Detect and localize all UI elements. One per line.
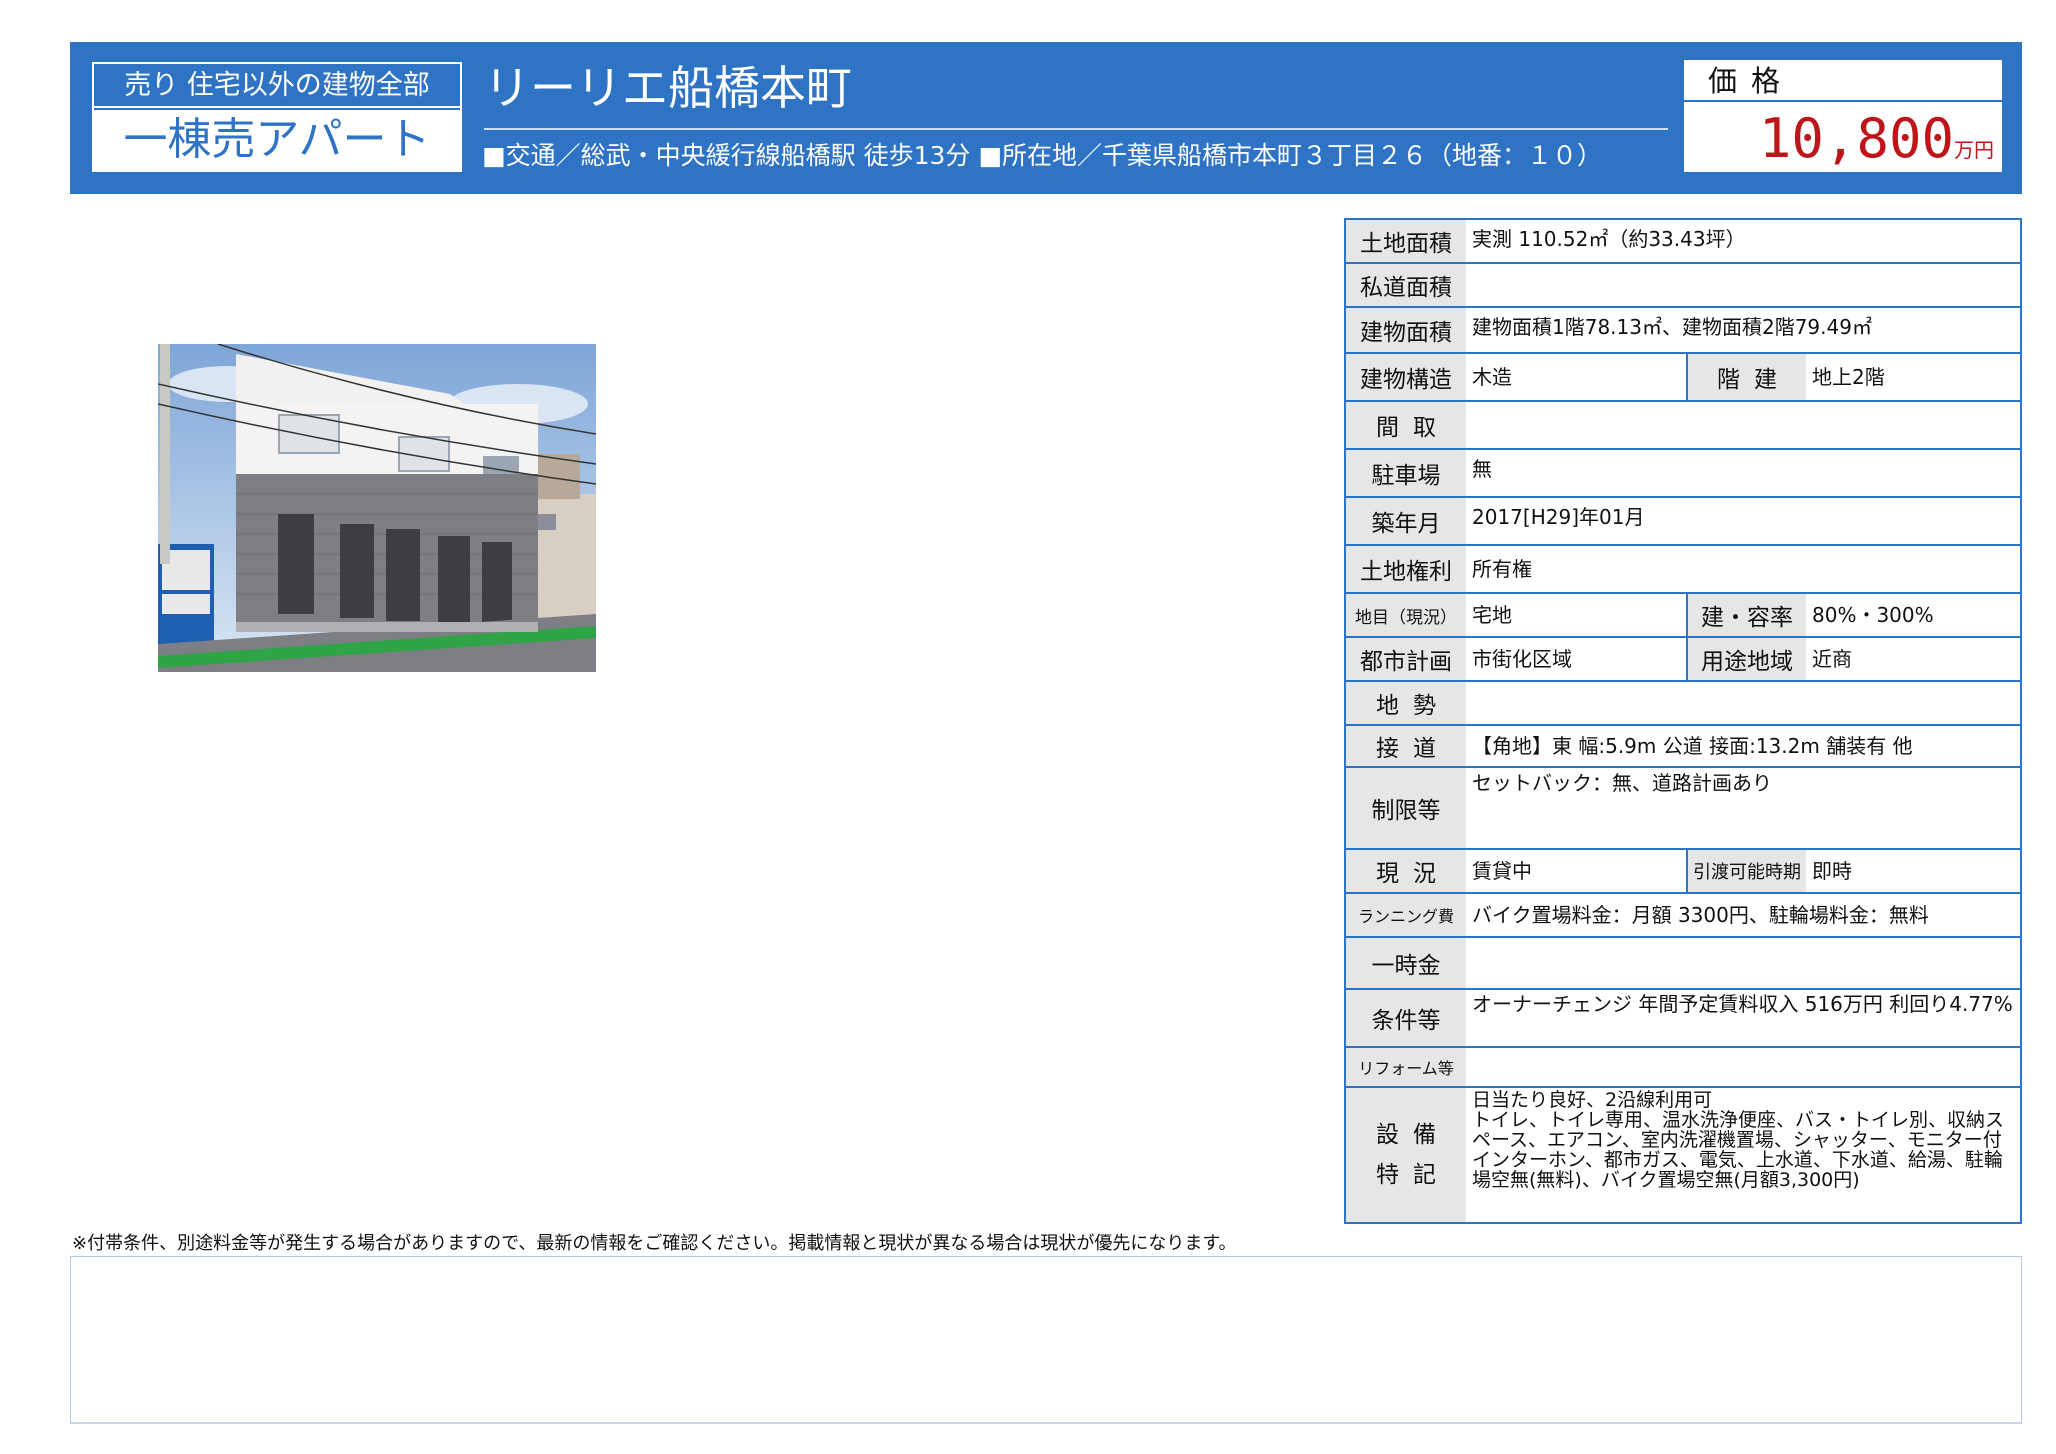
ratio-value: 80%・300% [1812, 603, 1934, 627]
row-restrictions: 制限等 セットバック：無、道路計画あり [1346, 768, 2020, 850]
terrain-value [1466, 682, 2020, 724]
property-type: 一棟売アパート [94, 110, 460, 170]
floors-label: 階建 [1686, 354, 1806, 400]
reform-label: リフォーム等 [1346, 1048, 1466, 1086]
conditions-label: 条件等 [1346, 990, 1466, 1046]
city-planning-label: 都市計画 [1346, 638, 1466, 680]
facilities-value: 日当たり良好、2沿線利用可 トイレ、トイレ専用、温水洗浄便座、バス・トイレ別、収… [1472, 1089, 2005, 1191]
restrictions-value: セットバック：無、道路計画あり [1472, 771, 1772, 795]
floors-value: 地上2階 [1812, 365, 1885, 389]
row-land-category: 地目（現況） 宅地 建・容率 80%・300% [1346, 594, 2020, 638]
structure-label: 建物構造 [1346, 354, 1466, 400]
facilities-label: 設備 特記 [1346, 1088, 1466, 1222]
facilities-label-line2: 特記 [1376, 1162, 1450, 1188]
handover-value: 即時 [1812, 859, 1852, 883]
ratio-label: 建・容率 [1686, 594, 1806, 636]
land-category-label: 地目（現況） [1346, 594, 1466, 636]
running-cost-label: ランニング費 [1346, 894, 1466, 936]
layout-label: 間取 [1346, 402, 1466, 448]
road-access-value: 【角地】東 幅:5.9m 公道 接面:13.2m 舗装有 他 [1472, 734, 1913, 758]
land-rights-label: 土地権利 [1346, 546, 1466, 592]
land-category-value: 宅地 [1472, 603, 1512, 627]
row-road-access: 接道 【角地】東 幅:5.9m 公道 接面:13.2m 舗装有 他 [1346, 726, 2020, 768]
land-area-value: 実測 110.52㎡（約33.43坪） [1472, 227, 1746, 251]
road-access-label: 接道 [1346, 726, 1466, 766]
conditions-value: オーナーチェンジ 年間予定賃料収入 516万円 利回り4.77% [1472, 992, 2013, 1016]
status-label: 現況 [1346, 850, 1466, 892]
header-divider [484, 128, 1668, 130]
one-time-label: 一時金 [1346, 938, 1466, 988]
zoning-value: 近商 [1812, 647, 1852, 671]
property-name: リーリエ船橋本町 [484, 61, 852, 115]
building-area-value: 建物面積1階78.13㎡、建物面積2階79.49㎡ [1472, 315, 1872, 339]
disclaimer-text: ※付帯条件、別途料金等が発生する場合がありますので、最新の情報をご確認ください。… [72, 1233, 1237, 1254]
private-road-label: 私道面積 [1346, 264, 1466, 306]
row-reform: リフォーム等 [1346, 1048, 2020, 1088]
row-city-planning: 都市計画 市街化区域 用途地域 近商 [1346, 638, 2020, 682]
zoning-label: 用途地域 [1686, 638, 1806, 680]
access-address-line: ■交通／総武・中央緩行線船橋駅 徒歩13分 ■所在地／千葉県船橋市本町３丁目２６… [482, 141, 1602, 170]
spec-table: 土地面積 実測 110.52㎡（約33.43坪） 私道面積 建物面積 建物面積1… [1344, 218, 2022, 1224]
transaction-type: 売り 住宅以外の建物全部 [94, 64, 460, 108]
row-layout: 間取 [1346, 402, 2020, 450]
reform-value [1466, 1048, 2020, 1086]
row-private-road: 私道面積 [1346, 264, 2020, 308]
row-land-area: 土地面積 実測 110.52㎡（約33.43坪） [1346, 220, 2020, 264]
listing-header: 売り 住宅以外の建物全部 一棟売アパート リーリエ船橋本町 ■交通／総武・中央緩… [70, 42, 2022, 194]
city-planning-value: 市街化区域 [1472, 647, 1572, 671]
row-building-area: 建物面積 建物面積1階78.13㎡、建物面積2階79.49㎡ [1346, 308, 2020, 354]
row-structure: 建物構造 木造 階建 地上2階 [1346, 354, 2020, 402]
row-status: 現況 賃貸中 引渡可能時期 即時 [1346, 850, 2020, 894]
price-amount: 10,800 [1758, 107, 1954, 170]
handover-label: 引渡可能時期 [1686, 850, 1806, 892]
structure-value: 木造 [1472, 365, 1512, 389]
one-time-value [1466, 938, 2020, 988]
building-area-label: 建物面積 [1346, 308, 1466, 352]
running-cost-value: バイク置場料金：月額 3300円、駐輪場料金：無料 [1472, 903, 1929, 927]
land-rights-value: 所有権 [1472, 557, 1532, 581]
terrain-label: 地勢 [1346, 682, 1466, 724]
land-area-label: 土地面積 [1346, 220, 1466, 262]
row-parking: 駐車場 無 [1346, 450, 2020, 498]
built-label: 築年月 [1346, 498, 1466, 544]
facilities-label-line1: 設備 [1376, 1122, 1450, 1148]
restrictions-label: 制限等 [1346, 768, 1466, 848]
parking-value: 無 [1472, 457, 1492, 481]
layout-value [1466, 402, 2020, 448]
price-unit: 万円 [1954, 138, 1994, 162]
building-photo-icon [158, 344, 596, 672]
price-label: 価格 [1684, 60, 2002, 102]
private-road-value [1466, 264, 2020, 306]
notes-box [70, 1256, 2022, 1424]
status-value: 賃貸中 [1472, 859, 1532, 883]
row-conditions: 条件等 オーナーチェンジ 年間予定賃料収入 516万円 利回り4.77% [1346, 990, 2020, 1048]
building-photo [158, 344, 596, 672]
row-running-cost: ランニング費 バイク置場料金：月額 3300円、駐輪場料金：無料 [1346, 894, 2020, 938]
row-one-time: 一時金 [1346, 938, 2020, 990]
parking-label: 駐車場 [1346, 450, 1466, 496]
row-built: 築年月 2017[H29]年01月 [1346, 498, 2020, 546]
price-value: 10,800万円 [1759, 108, 1994, 170]
built-value: 2017[H29]年01月 [1472, 505, 1645, 529]
row-land-rights: 土地権利 所有権 [1346, 546, 2020, 594]
row-terrain: 地勢 [1346, 682, 2020, 726]
row-facilities: 設備 特記 日当たり良好、2沿線利用可 トイレ、トイレ専用、温水洗浄便座、バス・… [1346, 1088, 2020, 1222]
price-box: 価格 10,800万円 [1684, 60, 2002, 172]
category-box: 売り 住宅以外の建物全部 一棟売アパート [92, 62, 462, 172]
